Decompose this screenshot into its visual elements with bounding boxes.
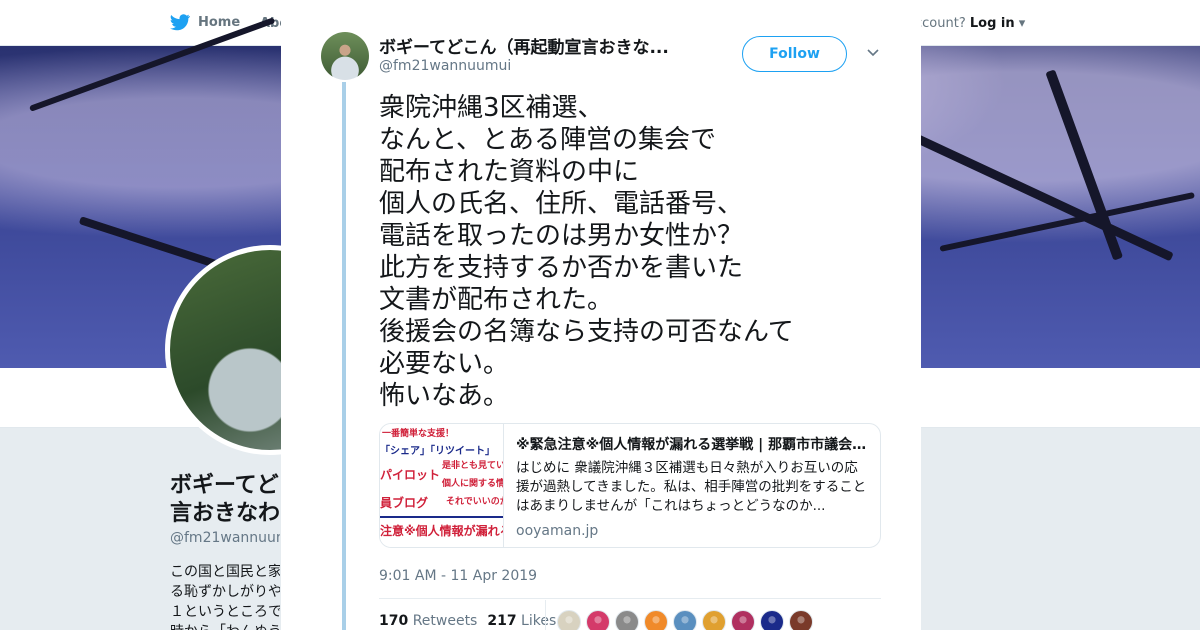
link-card-title: ※緊急注意※個人情報が漏れる選挙戦 | 那覇市市議会... (516, 437, 868, 453)
thread-line (342, 82, 346, 630)
liker-avatar[interactable] (760, 610, 784, 630)
liker-avatar[interactable] (789, 610, 813, 630)
tweet-text: 衆院沖縄3区補選、 なんと、とある陣営の集会で 配布された資料の中に 個人の氏名… (379, 93, 794, 411)
stats-divider (379, 598, 881, 599)
liker-avatar[interactable] (586, 610, 610, 630)
author-handle[interactable]: @fm21wannuumui (379, 58, 511, 74)
twitter-bird-icon (170, 14, 190, 31)
account-prompt: ccount? (915, 16, 966, 31)
nav-home-label: Home (198, 15, 241, 30)
author-name[interactable]: ボギーてどこん（再起動宣言おきな... (379, 33, 699, 58)
author-avatar[interactable] (321, 32, 369, 80)
liker-avatar[interactable] (673, 610, 697, 630)
login-button[interactable]: Log in (970, 16, 1015, 31)
follow-button[interactable]: Follow (742, 36, 847, 72)
liker-avatars (557, 610, 813, 630)
nav-login-area: ccount? Log in ▾ (915, 16, 1025, 31)
liker-avatar[interactable] (702, 610, 726, 630)
profile-handle: @fm21wannuumui (170, 530, 280, 546)
nav-home-link[interactable]: Home (170, 14, 240, 31)
tweet-modal: ボギーてどこん（再起動宣言おきな... @fm21wannuumui Follo… (281, 0, 921, 630)
close-icon[interactable]: ✕ (1154, 10, 1178, 38)
link-card-thumbnail: 一番簡単な支援！ 「シェア」「リツイート」 パイロット 是非とも見ていた 個人に… (380, 424, 504, 547)
profile-bio: この国と国民と家 る恥ずかしがりや １というところで 時から「わんぬう (170, 564, 280, 630)
liker-avatar[interactable] (615, 610, 639, 630)
tweet-stats: 170 Retweets 217 Likes (379, 613, 556, 629)
liker-avatar[interactable] (557, 610, 581, 630)
caret-down-icon: ▾ (1018, 16, 1026, 31)
chevron-down-icon[interactable] (865, 44, 881, 60)
retweets-stat[interactable]: 170 Retweets (379, 613, 477, 629)
link-card[interactable]: 一番簡単な支援！ 「シェア」「リツイート」 パイロット 是非とも見ていた 個人に… (379, 423, 881, 548)
tweet-timestamp[interactable]: 9:01 AM - 11 Apr 2019 (379, 568, 537, 584)
link-card-description: はじめに 衆議院沖縄３区補選も日々熱が入りお互いの応援が過熱してきました。私は、… (516, 460, 867, 514)
link-card-domain: ooyaman.jp (516, 523, 599, 539)
liker-avatar[interactable] (731, 610, 755, 630)
profile-name: ボギーてど 言おきなわ (170, 473, 280, 526)
link-card-body: ※緊急注意※個人情報が漏れる選挙戦 | 那覇市市議会... はじめに 衆議院沖縄… (504, 424, 880, 547)
stats-separator (545, 600, 546, 630)
liker-avatar[interactable] (644, 610, 668, 630)
